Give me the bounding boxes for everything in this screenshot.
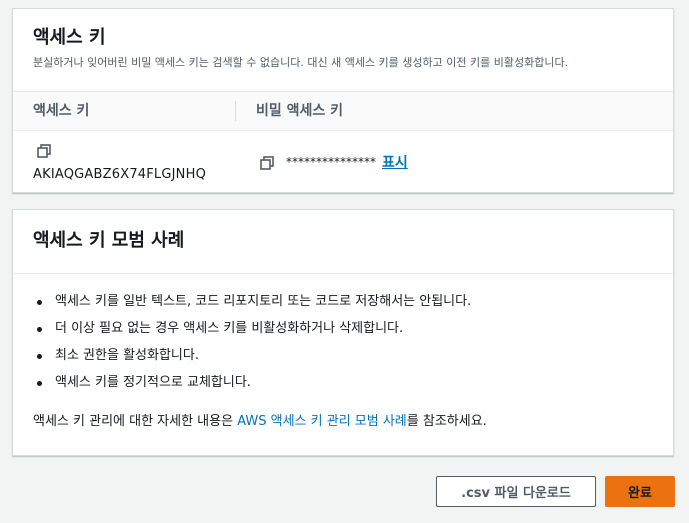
footnote-text-after: 를 참조하세요. [406, 414, 487, 429]
access-keys-panel: 액세스 키 분실하거나 잊어버린 비밀 액세스 키는 검색할 수 없습니다. 대… [12, 8, 674, 193]
bullet [37, 327, 42, 332]
list-item-text: 액세스 키를 일반 텍스트, 코드 리포지토리 또는 코드로 저장해서는 안됩니… [55, 294, 472, 309]
show-secret-link[interactable]: 표시 [382, 152, 408, 172]
column-header-access-key: 액세스 키 [33, 103, 90, 119]
bullet [37, 300, 42, 305]
key-table-header: 액세스 키 비밀 액세스 키 [13, 91, 673, 131]
best-practices-footnote: 액세스 키 관리에 대한 자세한 내용은 AWS 액세스 키 관리 모범 사례를… [33, 410, 487, 429]
download-csv-button[interactable]: .csv 파일 다운로드 [436, 476, 596, 507]
access-keys-header: 액세스 키 분실하거나 잊어버린 비밀 액세스 키는 검색할 수 없습니다. 대… [13, 9, 673, 70]
secret-key-masked: *************** [286, 155, 376, 169]
access-keys-description: 분실하거나 잊어버린 비밀 액세스 키는 검색할 수 없습니다. 대신 새 액세… [33, 56, 569, 69]
list-item-text: 액세스 키를 정기적으로 교체합니다. [55, 375, 251, 390]
list-item: 액세스 키를 일반 텍스트, 코드 리포지토리 또는 코드로 저장해서는 안됩니… [33, 294, 471, 310]
best-practices-title: 액세스 키 모범 사례 [33, 230, 185, 251]
access-keys-title: 액세스 키 [33, 27, 106, 48]
list-item: 액세스 키를 정기적으로 교체합니다. [33, 375, 471, 391]
best-practices-header: 액세스 키 모범 사례 [13, 210, 673, 274]
list-item-text: 최소 권한을 활성화합니다. [55, 348, 199, 363]
footnote-text-before: 액세스 키 관리에 대한 자세한 내용은 [33, 414, 238, 429]
bullet [37, 354, 42, 359]
list-item: 최소 권한을 활성화합니다. [33, 348, 471, 364]
column-divider [235, 101, 236, 121]
done-button[interactable]: 완료 [605, 476, 675, 507]
column-header-secret-key: 비밀 액세스 키 [256, 103, 344, 119]
access-key-id: AKIAQGABZ6X74FLGJNHQ [33, 167, 207, 182]
list-item-text: 더 이상 필요 없는 경우 액세스 키를 비활성화하거나 삭제합니다. [55, 321, 404, 336]
bullet [37, 381, 42, 386]
best-practices-link[interactable]: AWS 액세스 키 관리 모범 사례 [237, 414, 407, 429]
copy-icon[interactable] [37, 143, 51, 158]
list-item: 더 이상 필요 없는 경우 액세스 키를 비활성화하거나 삭제합니다. [33, 321, 471, 337]
best-practices-list: 액세스 키를 일반 텍스트, 코드 리포지토리 또는 코드로 저장해서는 안됩니… [33, 294, 471, 402]
copy-icon[interactable] [260, 155, 274, 170]
best-practices-panel: 액세스 키 모범 사례 액세스 키를 일반 텍스트, 코드 리포지토리 또는 코… [12, 209, 674, 456]
